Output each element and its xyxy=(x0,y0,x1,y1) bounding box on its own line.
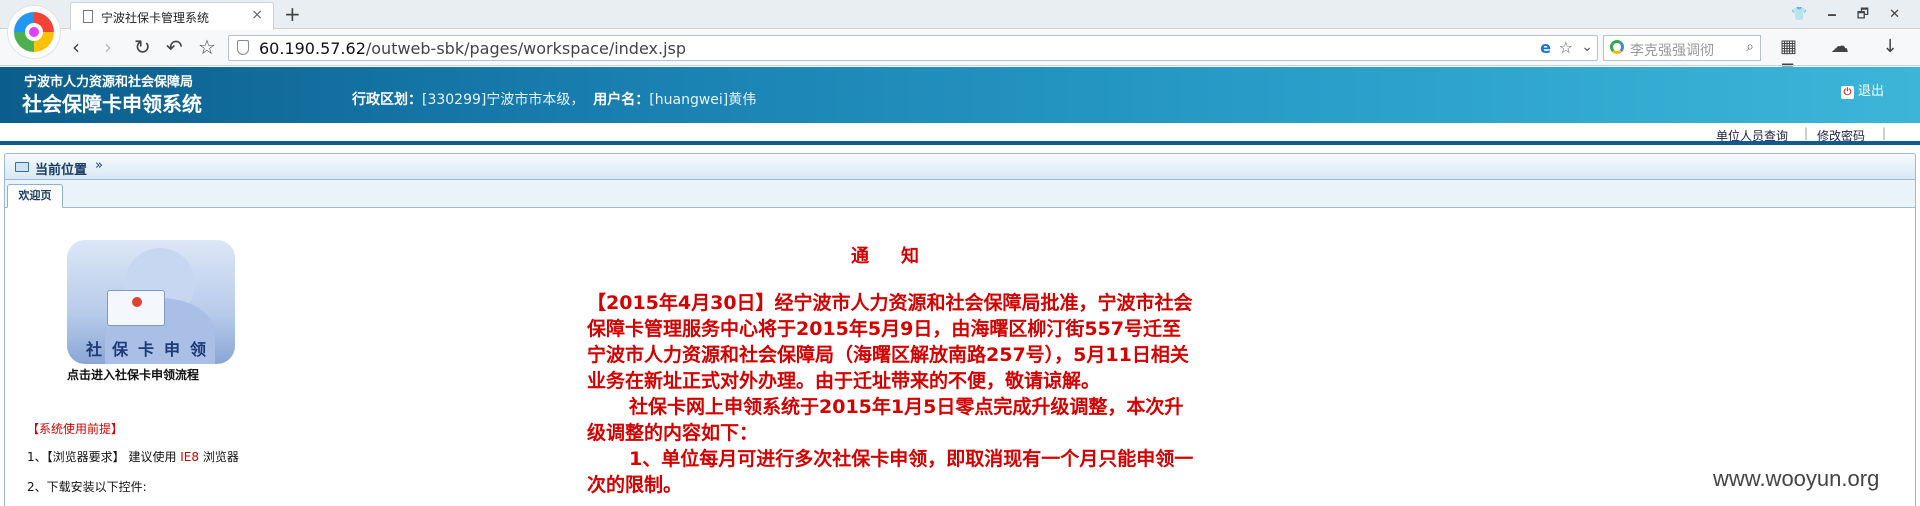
chevron-down-icon[interactable]: ⌄ xyxy=(1581,39,1593,55)
watermark: www.wooyun.org xyxy=(1713,466,1880,491)
change-password-link[interactable]: 修改密码 xyxy=(1817,127,1865,144)
shield-icon xyxy=(237,40,249,55)
notice-title: 通知 xyxy=(851,246,951,267)
notice-body: 【2015年4月30日】经宁波市人力资源和社会保障局批准，宁波市社会保障卡管理服… xyxy=(587,290,1197,498)
search-input[interactable]: 李克强强调彻 xyxy=(1630,40,1714,60)
divider: | xyxy=(1882,126,1887,140)
prereq-title: 【系统使用前提】 xyxy=(27,422,124,436)
region-label: 行政区划： xyxy=(352,92,422,108)
content-tab-strip: 欢迎页 xyxy=(4,180,1916,208)
browser-nav-bar: ‹ › ↻ ↶ ☆ 60.190.57.62/outweb-sbk/pages/… xyxy=(0,30,1920,78)
card-apply-caption[interactable]: 点击进入社保卡申领流程 xyxy=(67,366,199,383)
prereq-browser-ie8: IE8 xyxy=(180,450,200,464)
top-links: 单位人员查询 | 修改密码 | xyxy=(0,123,1920,145)
new-tab-button[interactable]: + xyxy=(284,2,301,26)
card-apply-image-link[interactable]: 社保卡申领 xyxy=(67,240,235,364)
divider: | xyxy=(1804,126,1809,140)
staff-query-link[interactable]: 单位人员查询 xyxy=(1716,127,1788,144)
tab-welcome[interactable]: 欢迎页 xyxy=(7,184,63,208)
app-header: 宁波市人力资源和社会保障局 社会保障卡申领系统 行政区划：[330299]宁波市… xyxy=(0,67,1920,123)
breadcrumb-label: 当前位置 xyxy=(35,163,88,178)
breadcrumb-arrows-icon: » xyxy=(95,158,103,173)
search-engine-icon xyxy=(1610,40,1624,54)
url-text[interactable]: 60.190.57.62/outweb-sbk/pages/workspace/… xyxy=(259,39,686,58)
system-title: 社会保障卡申领系统 xyxy=(22,92,202,116)
social-card-icon xyxy=(107,290,165,326)
forward-icon[interactable]: › xyxy=(104,35,112,59)
search-icon[interactable]: ⌕ xyxy=(1746,39,1754,55)
bookmark-star-icon[interactable]: ☆ xyxy=(1559,38,1573,57)
user-info: 行政区划：[330299]宁波市市本级， 用户名：[huangwei]黄伟 xyxy=(352,89,756,109)
breadcrumb: 当前位置 » xyxy=(4,153,1916,180)
ie-mode-icon[interactable]: e xyxy=(1540,38,1551,57)
browser-tab-bar: 宁波社保卡管理系统 × + 👕 🗕 🗗 ✕ xyxy=(0,0,1920,30)
main-content: 社保卡申领 点击进入社保卡申领流程 【系统使用前提】 1、【浏览器要求】 建议使… xyxy=(4,208,1916,506)
browser-logo-icon[interactable] xyxy=(8,6,60,58)
browser-tab[interactable]: 宁波社保卡管理系统 × xyxy=(70,2,274,30)
prereq-browser: 1、【浏览器要求】 建议使用 IE8 浏览器 xyxy=(27,448,239,465)
search-box[interactable]: 李克强强调彻 ⌕ xyxy=(1603,35,1761,61)
user-label: 用户名： xyxy=(593,92,650,108)
address-bar[interactable]: 60.190.57.62/outweb-sbk/pages/workspace/… xyxy=(228,35,1598,61)
folder-icon xyxy=(15,162,29,172)
prereq-browser-suffix: 浏览器 xyxy=(199,450,239,464)
browser-tab-title: 宁波社保卡管理系统 xyxy=(101,11,210,25)
url-host: 60.190.57.62 xyxy=(259,39,366,58)
emblem-icon xyxy=(132,297,142,307)
logout-button[interactable]: ⏻ 退出 xyxy=(1841,80,1884,99)
notice-paragraph-3: 1、单位每月可进行多次社保卡申领，即取消现有一个月只能申领一次的限制。 xyxy=(587,448,1194,496)
user-value: [huangwei]黄伟 xyxy=(649,92,757,108)
reload-icon[interactable]: ↻ xyxy=(134,35,151,59)
logout-label: 退出 xyxy=(1858,84,1885,99)
notice-paragraph-1: 【2015年4月30日】经宁波市人力资源和社会保障局批准，宁波市社会保障卡管理服… xyxy=(587,292,1193,392)
power-icon: ⏻ xyxy=(1841,86,1854,99)
region-value: [330299]宁波市市本级， xyxy=(422,92,585,108)
prereq-controls: 2、下载安装以下控件: xyxy=(27,480,147,494)
prereq-browser-prefix: 1、【浏览器要求】 建议使用 xyxy=(27,450,181,464)
favorite-icon[interactable]: ☆ xyxy=(198,35,216,59)
back-icon[interactable]: ‹ xyxy=(72,35,80,59)
notice-paragraph-2: 社保卡网上申领系统于2015年1月5日零点完成升级调整，本次升级调整的内容如下： xyxy=(587,396,1184,444)
undo-icon[interactable]: ↶ xyxy=(166,35,183,59)
window-controls[interactable]: 👕 🗕 🗗 ✕ xyxy=(1791,5,1908,27)
url-path: /outweb-sbk/pages/workspace/index.jsp xyxy=(365,39,687,58)
page-icon xyxy=(83,10,93,23)
card-banner: 社保卡申领 xyxy=(85,340,216,359)
close-tab-icon[interactable]: × xyxy=(251,7,263,23)
